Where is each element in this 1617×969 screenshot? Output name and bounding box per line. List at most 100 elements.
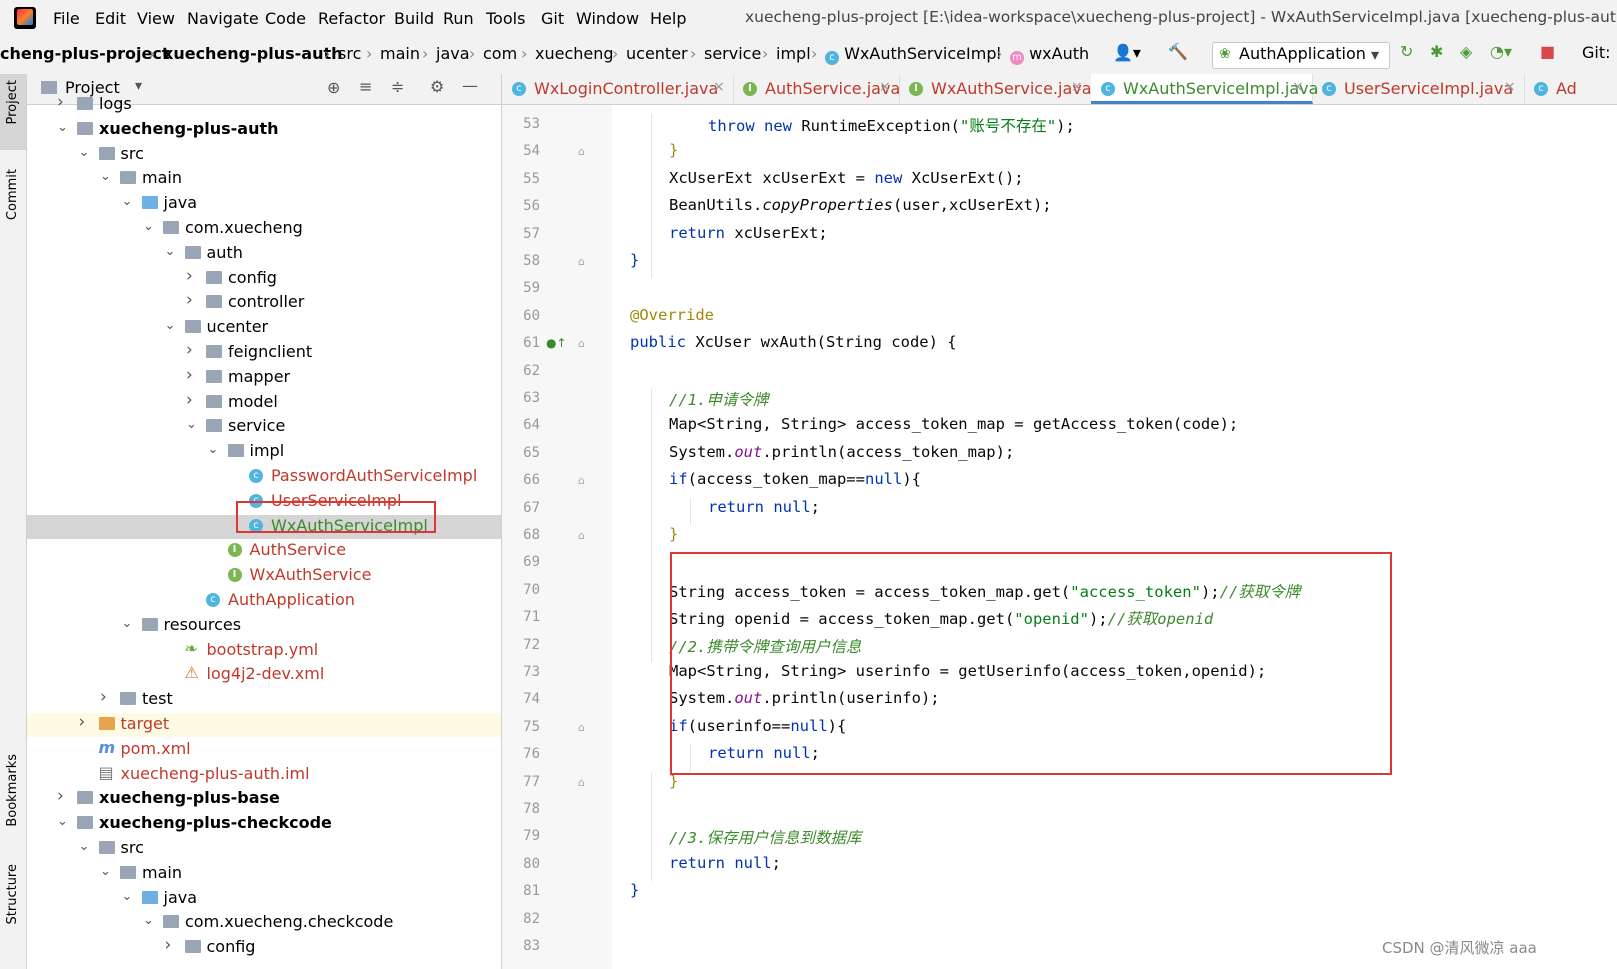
chevron-down-icon[interactable]: ⌄ xyxy=(122,889,133,904)
editor-tab[interactable]: I AuthService.java × xyxy=(733,74,900,104)
editor-tab[interactable]: c WxLoginController.java × xyxy=(502,74,734,104)
code-line[interactable]: } xyxy=(630,251,639,269)
chevron-down-icon[interactable]: ⌄ xyxy=(79,839,90,854)
code-line[interactable]: Map<String, String> access_token_map = g… xyxy=(669,415,1238,433)
commit-tool-button[interactable]: Commit xyxy=(5,169,20,220)
chevron-down-icon[interactable]: ⌄ xyxy=(165,318,176,333)
code-line[interactable]: BeanUtils.copyProperties(user,xcUserExt)… xyxy=(669,196,1052,214)
code-line[interactable]: return xcUserExt; xyxy=(669,224,828,242)
project-tool-button[interactable]: Project xyxy=(5,80,20,124)
close-tab-icon[interactable]: × xyxy=(713,79,725,95)
code-line[interactable]: if(access_token_map==null){ xyxy=(669,470,921,488)
tree-item[interactable]: ⌄ java xyxy=(27,887,501,911)
chevron-right-icon[interactable]: › xyxy=(186,290,193,310)
chevron-right-icon[interactable]: › xyxy=(79,712,86,732)
code-line[interactable]: System.out.println(userinfo); xyxy=(669,689,940,707)
close-tab-icon[interactable]: × xyxy=(1504,79,1516,95)
menu-refactor[interactable]: Refactor xyxy=(318,9,385,28)
stop-icon[interactable]: ■ xyxy=(1540,42,1555,61)
breadcrumb-item[interactable]: cheng-plus-project xyxy=(0,44,170,63)
chevron-down-icon[interactable]: ⌄ xyxy=(122,616,133,631)
code-line[interactable]: Map<String, String> userinfo = getUserin… xyxy=(669,662,1266,680)
tree-item[interactable]: ⌄ com.xuecheng.checkcode xyxy=(27,911,501,935)
bookmarks-tool-button[interactable]: Bookmarks xyxy=(5,754,20,827)
menu-navigate[interactable]: Navigate xyxy=(187,9,259,28)
fold-marker-icon[interactable]: ⌂ xyxy=(578,529,585,542)
tree-item[interactable]: ⌄ impl xyxy=(27,440,501,464)
code-line[interactable]: //1.申请令牌 xyxy=(669,388,768,410)
debug-bug-icon[interactable]: ✱ xyxy=(1430,42,1443,61)
fold-marker-icon[interactable]: ⌂ xyxy=(578,776,585,789)
code-line[interactable]: @Override xyxy=(630,306,714,324)
tree-item[interactable]: c PasswordAuthServiceImpl xyxy=(27,465,501,489)
chevron-down-icon[interactable]: ⌄ xyxy=(122,194,133,209)
tree-item[interactable]: ▤ xuecheng-plus-auth.iml xyxy=(27,763,501,787)
chevron-right-icon[interactable]: › xyxy=(186,266,193,286)
tree-item[interactable]: ⌄ src xyxy=(27,143,501,167)
code-line[interactable]: String openid = access_token_map.get("op… xyxy=(669,607,1213,629)
chevron-right-icon[interactable]: › xyxy=(57,786,64,806)
fold-marker-icon[interactable]: ⌂ xyxy=(578,337,585,350)
chevron-right-icon[interactable]: › xyxy=(165,935,172,955)
code-line[interactable]: return null; xyxy=(708,498,820,516)
tree-item[interactable]: ⌄ com.xuecheng xyxy=(27,217,501,241)
close-tab-icon[interactable]: × xyxy=(1071,79,1083,95)
tree-item[interactable]: ⌄ xuecheng-plus-auth xyxy=(27,118,501,142)
code-line[interactable]: //3.保存用户信息到数据库 xyxy=(669,826,861,848)
fold-marker-icon[interactable]: ⌂ xyxy=(578,255,585,268)
chevron-down-icon[interactable]: ⌄ xyxy=(143,913,154,928)
chevron-right-icon[interactable]: › xyxy=(186,390,193,410)
tree-item[interactable]: › config xyxy=(27,266,501,291)
chevron-down-icon[interactable]: ⌄ xyxy=(208,442,219,457)
breadcrumb-item[interactable]: com xyxy=(483,44,517,63)
tree-item[interactable]: › model xyxy=(27,390,501,415)
tree-item[interactable]: c UserServiceImpl xyxy=(27,490,501,514)
code-line[interactable]: XcUserExt xcUserExt = new XcUserExt(); xyxy=(669,169,1024,187)
tree-item[interactable]: c AuthApplication xyxy=(27,589,501,613)
build-hammer-icon[interactable]: 🔨 xyxy=(1168,42,1188,61)
tree-item[interactable]: ⌄ xuecheng-plus-checkcode xyxy=(27,812,501,836)
code-line[interactable]: } xyxy=(669,772,678,790)
code-line[interactable]: public XcUser wxAuth(String code) { xyxy=(630,333,957,351)
chevron-down-icon[interactable]: ⌄ xyxy=(57,120,68,135)
tree-item[interactable]: › test xyxy=(27,687,501,712)
tree-item[interactable]: ⌄ service xyxy=(27,415,501,439)
tree-item[interactable]: ⌄ resources xyxy=(27,614,501,638)
menu-tools[interactable]: Tools xyxy=(486,9,525,28)
code-line[interactable]: } xyxy=(669,141,678,159)
breadcrumb-item[interactable]: service xyxy=(704,44,761,63)
editor-tab[interactable]: I WxAuthService.java × xyxy=(899,74,1092,104)
tree-item[interactable]: › xuecheng-plus-base xyxy=(27,786,501,811)
fold-marker-icon[interactable]: ⌂ xyxy=(578,145,585,158)
editor-tab[interactable]: c Ad xyxy=(1524,74,1617,104)
override-method-icon[interactable]: ●↑ xyxy=(546,336,567,350)
chevron-down-icon[interactable]: ⌄ xyxy=(143,219,154,234)
tree-item[interactable]: ⚠ log4j2-dev.xml xyxy=(27,663,501,687)
editor-tab[interactable]: c WxAuthServiceImpl.java × xyxy=(1091,74,1318,104)
breadcrumb-item[interactable]: m wxAuth xyxy=(1010,44,1089,65)
chevron-right-icon[interactable]: › xyxy=(57,92,64,112)
chevron-down-icon[interactable]: ⌄ xyxy=(165,244,176,259)
code-line[interactable]: } xyxy=(630,881,639,899)
tree-item[interactable]: › config xyxy=(27,935,501,960)
breadcrumb-item[interactable]: c WxAuthServiceImpl xyxy=(825,44,1001,65)
menu-file[interactable]: File xyxy=(53,9,80,28)
tree-item[interactable]: › feignclient xyxy=(27,340,501,365)
tree-item[interactable]: ❧ bootstrap.yml xyxy=(27,639,501,663)
menu-git[interactable]: Git xyxy=(541,9,564,28)
menu-view[interactable]: View xyxy=(137,9,175,28)
close-tab-icon[interactable]: × xyxy=(879,79,891,95)
menu-code[interactable]: Code xyxy=(265,9,306,28)
tree-item[interactable]: ⌄ java xyxy=(27,192,501,216)
chevron-down-icon[interactable]: ⌄ xyxy=(100,864,111,879)
tree-item[interactable]: › logs xyxy=(27,92,501,117)
tree-item[interactable]: › controller xyxy=(27,290,501,315)
profile-icon[interactable]: ◔▾ xyxy=(1490,42,1512,61)
tree-item[interactable]: c WxAuthServiceImpl xyxy=(27,514,501,539)
tree-item[interactable]: ⌄ ucenter xyxy=(27,316,501,340)
chevron-down-icon[interactable]: ▾ xyxy=(135,78,142,94)
chevron-down-icon[interactable]: ⌄ xyxy=(100,169,111,184)
tree-item[interactable]: › mapper xyxy=(27,365,501,390)
menu-run[interactable]: Run xyxy=(443,9,474,28)
tree-item[interactable]: I AuthService xyxy=(27,539,501,563)
